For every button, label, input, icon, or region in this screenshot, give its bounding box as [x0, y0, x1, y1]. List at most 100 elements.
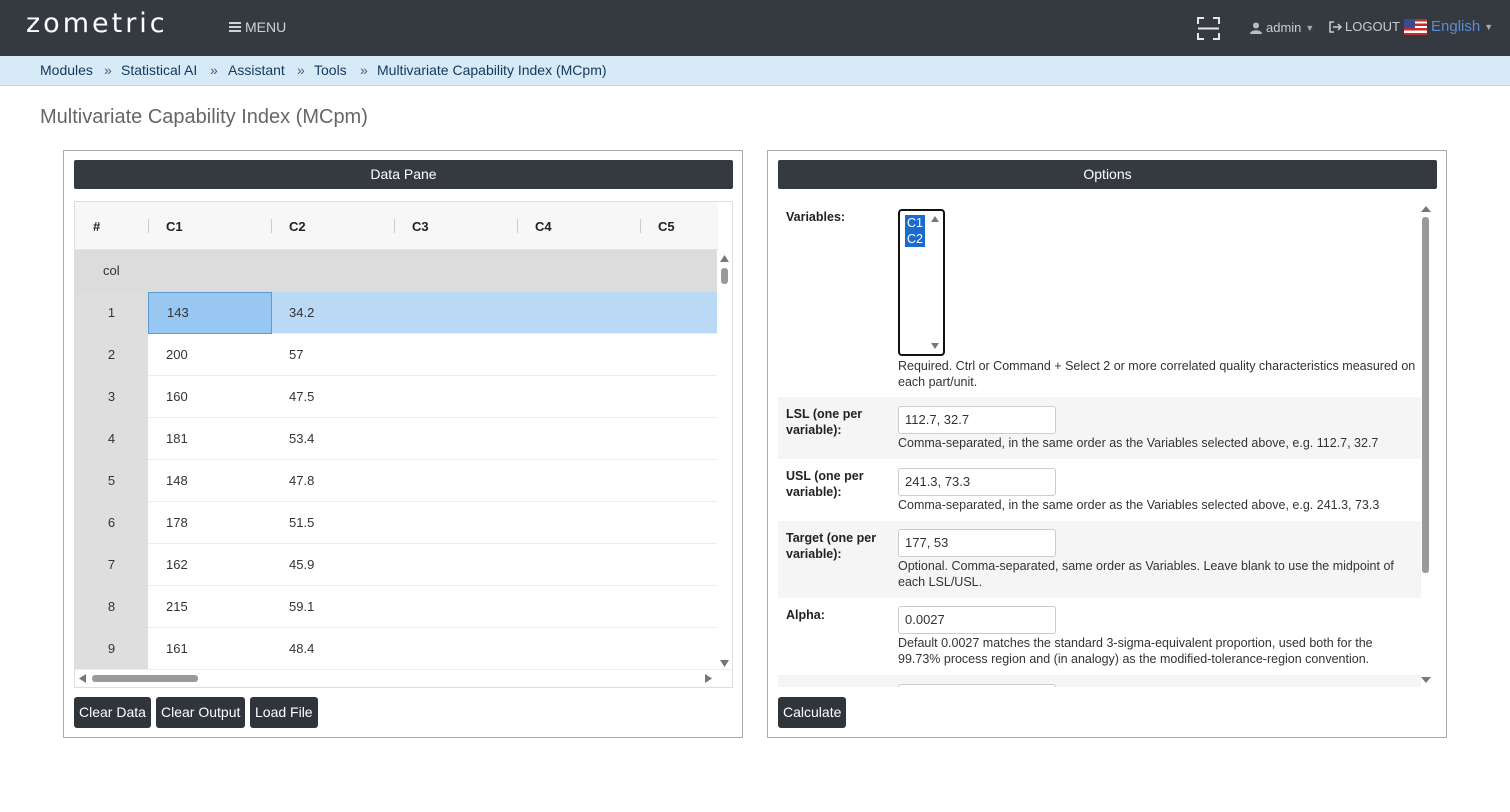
table-row[interactable]: 4 181 53.4: [75, 418, 718, 460]
table-row[interactable]: 3 160 47.5: [75, 376, 718, 418]
table-row[interactable]: 7 162 45.9: [75, 544, 718, 586]
grid-vertical-scrollbar[interactable]: [717, 250, 732, 670]
column-header-c4[interactable]: C4: [535, 219, 552, 234]
column-name-row[interactable]: col: [75, 250, 718, 292]
variables-label: Variables:: [786, 210, 846, 224]
load-file-button[interactable]: Load File: [250, 697, 318, 728]
table-row[interactable]: 5 148 47.8: [75, 460, 718, 502]
col-row-label: col: [103, 263, 120, 278]
target-label: Target (one per variable):: [786, 531, 877, 561]
grid-cell-c1[interactable]: 200: [148, 334, 271, 376]
fullscreen-icon[interactable]: [1197, 17, 1220, 40]
lsl-help: Comma-separated, in the same order as th…: [898, 436, 1379, 450]
grid-cell-c2[interactable]: 34.2: [271, 292, 394, 334]
next-option-input[interactable]: [898, 684, 1056, 687]
row-number: 6: [75, 502, 148, 544]
user-name: admin: [1266, 20, 1302, 35]
lsl-input[interactable]: 112.7, 32.7: [898, 406, 1056, 434]
grid-cell-c1[interactable]: 181: [148, 418, 271, 460]
calculate-button[interactable]: Calculate: [778, 697, 847, 728]
vertical-scroll-thumb[interactable]: [721, 268, 728, 284]
grid-cell-c1[interactable]: 162: [148, 544, 271, 586]
grid-horizontal-scrollbar[interactable]: [75, 669, 732, 687]
column-header-c1[interactable]: C1: [166, 219, 183, 234]
variables-listbox[interactable]: C1 C2: [898, 209, 945, 356]
row-number: 4: [75, 418, 148, 460]
lsl-label: LSL (one per variable):: [786, 407, 863, 437]
usl-help: Comma-separated, in the same order as th…: [898, 498, 1380, 512]
grid-cell-c1[interactable]: 148: [148, 460, 271, 502]
row-number: 7: [75, 544, 148, 586]
column-header-index: #: [93, 219, 101, 234]
variable-option-c1[interactable]: C1: [905, 215, 925, 231]
logout-label: LOGOUT: [1345, 19, 1400, 34]
clear-data-button[interactable]: Clear Data: [74, 697, 151, 728]
data-pane: Data Pane # C1 C2 C3 C4 C5 col 1 143 34.…: [63, 150, 743, 738]
column-divider: [640, 219, 641, 233]
options-pane: Options Variables: C1 C2 Required. Ctrl …: [767, 150, 1447, 738]
grid-cell-c2[interactable]: 48.4: [271, 628, 394, 670]
grid-header: # C1 C2 C3 C4 C5: [75, 202, 718, 250]
breadcrumb-separator: »: [104, 62, 112, 78]
user-icon: [1250, 22, 1262, 34]
column-divider: [517, 219, 518, 233]
usl-input[interactable]: 241.3, 73.3: [898, 468, 1056, 496]
variables-group: Variables: C1 C2 Required. Ctrl or Comma…: [778, 201, 1421, 397]
grid-cell-c2[interactable]: 53.4: [271, 418, 394, 460]
target-input[interactable]: 177, 53: [898, 529, 1056, 557]
grid-cell-c1[interactable]: 161: [148, 628, 271, 670]
grid-cell-c1[interactable]: 178: [148, 502, 271, 544]
breadcrumb: Modules » Statistical AI » Assistant » T…: [0, 56, 1510, 86]
breadcrumb-separator: »: [210, 62, 218, 78]
table-row[interactable]: 1 143 34.2: [75, 292, 718, 334]
app-logo[interactable]: zometric: [26, 8, 168, 39]
table-row[interactable]: 9 161 48.4: [75, 628, 718, 670]
column-header-c5[interactable]: C5: [658, 219, 675, 234]
grid-cell-c2[interactable]: 51.5: [271, 502, 394, 544]
column-divider: [394, 219, 395, 233]
options-vertical-scrollbar[interactable]: [1419, 203, 1433, 687]
usl-label: USL (one per variable):: [786, 469, 864, 499]
clear-output-button[interactable]: Clear Output: [156, 697, 246, 728]
alpha-group: Alpha: 0.0027 Default 0.0027 matches the…: [778, 598, 1421, 675]
data-pane-header: Data Pane: [74, 160, 733, 189]
table-row[interactable]: 6 178 51.5: [75, 502, 718, 544]
user-menu[interactable]: admin ▼: [1250, 20, 1314, 35]
menu-button[interactable]: MENU: [229, 19, 286, 35]
chevron-down-icon: ▼: [1484, 21, 1494, 32]
alpha-help: Default 0.0027 matches the standard 3-si…: [898, 636, 1373, 666]
grid-cell-c1[interactable]: 215: [148, 586, 271, 628]
menu-label: MENU: [245, 19, 287, 35]
logout-link[interactable]: LOGOUT: [1329, 19, 1400, 34]
alpha-input[interactable]: 0.0027: [898, 606, 1056, 634]
grid-cell-c1[interactable]: 160: [148, 376, 271, 418]
breadcrumb-modules[interactable]: Modules: [40, 62, 93, 78]
breadcrumb-separator: »: [360, 62, 368, 78]
grid-cell-c2[interactable]: 59.1: [271, 586, 394, 628]
column-header-c2[interactable]: C2: [289, 219, 306, 234]
row-number: 1: [75, 292, 148, 334]
breadcrumb-separator: »: [297, 62, 305, 78]
grid-cell-c2[interactable]: 57: [271, 334, 394, 376]
breadcrumb-tools[interactable]: Tools: [314, 62, 347, 78]
breadcrumb-statistical-ai[interactable]: Statistical AI: [121, 62, 197, 78]
data-grid: # C1 C2 C3 C4 C5 col 1 143 34.2 2 200 57…: [74, 201, 733, 688]
grid-cell-c2[interactable]: 47.8: [271, 460, 394, 502]
grid-cell-c2[interactable]: 47.5: [271, 376, 394, 418]
target-group: Target (one per variable): 177, 53 Optio…: [778, 521, 1421, 598]
grid-cell-c1[interactable]: 143: [148, 292, 272, 334]
horizontal-scroll-thumb[interactable]: [92, 675, 198, 682]
table-row[interactable]: 2 200 57: [75, 334, 718, 376]
column-divider: [271, 219, 272, 233]
table-row[interactable]: 8 215 59.1: [75, 586, 718, 628]
logout-icon: [1329, 20, 1342, 33]
page-title: Multivariate Capability Index (MCpm): [40, 106, 368, 128]
listbox-scroll-arrows[interactable]: [928, 212, 942, 352]
us-flag-icon: [1404, 18, 1427, 35]
variable-option-c2[interactable]: C2: [905, 231, 925, 247]
lsl-group: LSL (one per variable): 112.7, 32.7 Comm…: [778, 397, 1421, 459]
grid-cell-c2[interactable]: 45.9: [271, 544, 394, 586]
column-header-c3[interactable]: C3: [412, 219, 429, 234]
language-selector[interactable]: English ▼: [1404, 18, 1493, 35]
breadcrumb-assistant[interactable]: Assistant: [228, 62, 285, 78]
